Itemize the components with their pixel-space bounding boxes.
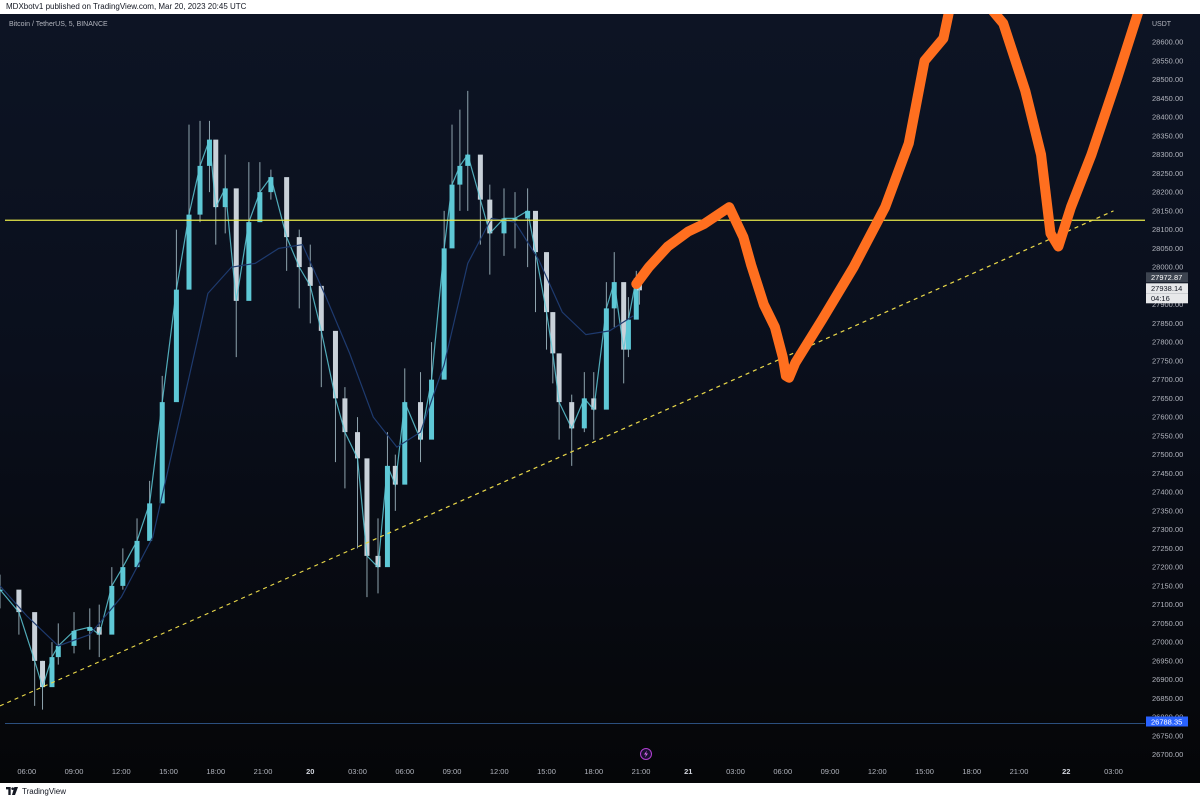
time-tick-label: 18:00 [584,767,603,776]
tradingview-logo-icon [6,787,18,795]
price-axis[interactable]: USDT 28600.00 28550.00 28500.00 28450.00 2840… [1152,21,1183,759]
price-tick-label: 27550.00 [1152,431,1183,440]
price-tick-label: 26950.00 [1152,656,1183,665]
forecast-drawing [631,14,1143,383]
time-tick-label: 06:00 [773,767,792,776]
price-tick-label: 27000.00 [1152,638,1183,647]
price-tick-label: 28150.00 [1152,206,1183,215]
price-tick-label: 27300.00 [1152,525,1183,534]
price-tick-label: 27100.00 [1152,600,1183,609]
price-tick-label: 27800.00 [1152,338,1183,347]
time-tick-label: 15:00 [159,767,178,776]
price-tick-label: 26750.00 [1152,731,1183,740]
time-tick-label: 09:00 [443,767,462,776]
price-tick-label: 28400.00 [1152,113,1183,122]
candle-body [213,139,219,208]
price-tick-label: 28000.00 [1152,263,1183,272]
chart-area[interactable]: USDT 28600.00 28550.00 28500.00 28450.00 2840… [0,14,1200,783]
price-tick-label: 27750.00 [1152,356,1183,365]
time-tick-label: 06:00 [17,767,36,776]
publish-header: MDXbotv1 published on TradingView.com, M… [0,0,1200,14]
price-tick-label: 26850.00 [1152,694,1183,703]
tradingview-wordmark: TradingView [22,786,67,796]
price-tick-label: 28550.00 [1152,56,1183,65]
candle-body [55,645,61,658]
price-tick-label: 27250.00 [1152,544,1183,553]
price-tick-label: 28600.00 [1152,38,1183,47]
price-tick-label: 28200.00 [1152,188,1183,197]
time-tick-label: 06:00 [395,767,414,776]
price-tick-label: 27500.00 [1152,450,1183,459]
price-tick-label: 28250.00 [1152,169,1183,178]
price-tag-label: 27938.14 [1151,284,1182,293]
candles [0,90,642,710]
price-axis-unit: USDT [1152,21,1172,28]
price-tick-label: 28300.00 [1152,150,1183,159]
time-tick-label: 12:00 [490,767,509,776]
price-tag-label: 26788.35 [1151,717,1182,726]
price-tick-label: 26700.00 [1152,750,1183,759]
price-tick-label: 27600.00 [1152,413,1183,422]
time-tick-label: 09:00 [65,767,84,776]
time-tick-label: 18:00 [962,767,981,776]
price-tick-label: 28450.00 [1152,94,1183,103]
price-chart[interactable]: USDT 28600.00 28550.00 28500.00 28450.00 2840… [0,14,1200,783]
price-tick-label: 27050.00 [1152,619,1183,628]
time-tick-label: 15:00 [537,767,556,776]
price-tag-label: 04:16 [1151,294,1170,303]
candle-body [625,319,631,350]
time-tick-label: 15:00 [915,767,934,776]
horizontal-lines [0,210,1145,724]
price-tick-label: 27700.00 [1152,375,1183,384]
price-tick-label: 28350.00 [1152,131,1183,140]
candle-body [556,353,562,403]
moving-average-group [0,217,634,647]
drawing-group [631,14,1143,383]
trendline [0,210,1114,707]
time-tick-label: 20 [306,767,314,776]
publish-info: MDXbotv1 published on TradingView.com, M… [6,2,247,11]
price-tick-label: 28050.00 [1152,244,1183,253]
time-tick-label: 18:00 [206,767,225,776]
price-tag-label: 27972.87 [1151,273,1182,282]
screenshot-frame: MDXbotv1 published on TradingView.com, M… [0,0,1200,798]
time-tick-label: 21 [684,767,692,776]
price-tick-label: 27200.00 [1152,563,1183,572]
time-tick-label: 12:00 [112,767,131,776]
price-tick-label: 27850.00 [1152,319,1183,328]
price-tick-label: 27400.00 [1152,488,1183,497]
price-tick-label: 27350.00 [1152,506,1183,515]
time-tick-label: 03:00 [348,767,367,776]
time-tick-label: 03:00 [1104,767,1123,776]
candle-body [550,312,556,354]
price-tick-label: 27150.00 [1152,581,1183,590]
time-tick-label: 03:00 [726,767,745,776]
price-tick-label: 26900.00 [1152,675,1183,684]
moving-average-line [0,217,634,647]
price-tick-label: 27450.00 [1152,469,1183,478]
time-tick-label: 09:00 [821,767,840,776]
time-axis[interactable]: 06:00 09:00 12:00 15:00 18:00 21:00 20 03:00 06:… [17,767,1123,776]
price-tick-label: 28100.00 [1152,225,1183,234]
time-tick-label: 22 [1062,767,1070,776]
time-tick-label: 21:00 [632,767,651,776]
time-tick-label: 21:00 [1010,767,1029,776]
symbol-title: Bitcoin / TetherUS, 5, BINANCE [9,21,108,28]
time-tick-label: 12:00 [868,767,887,776]
price-tick-label: 27650.00 [1152,394,1183,403]
time-tick-label: 21:00 [254,767,273,776]
footer-bar: TradingView [0,783,1200,798]
lightning-bolt-icon[interactable] [640,748,652,760]
price-tick-label: 28500.00 [1152,75,1183,84]
tradingview-logo[interactable]: TradingView [6,786,66,796]
price-line [0,139,641,690]
